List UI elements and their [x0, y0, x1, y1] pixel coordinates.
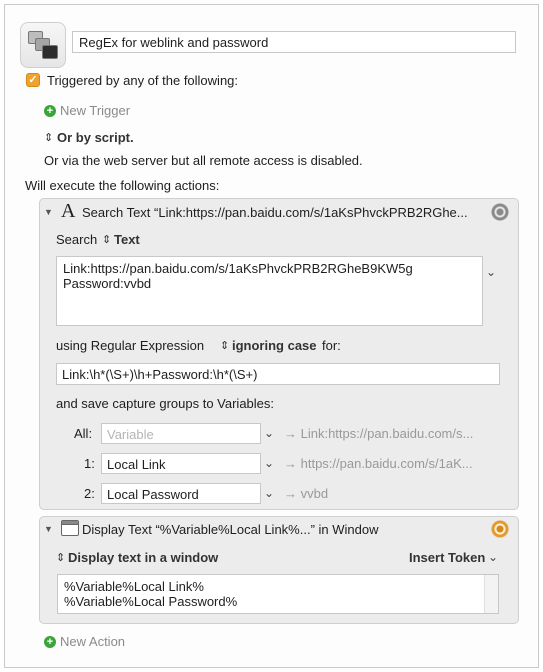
- web-server-note: Or via the web server but all remote acc…: [44, 153, 363, 168]
- updown-icon[interactable]: ⇕: [56, 551, 65, 564]
- insert-token-menu[interactable]: Insert Token: [409, 550, 485, 565]
- row-1-label: 1:: [84, 456, 95, 471]
- updown-icon[interactable]: ⇕: [220, 339, 229, 352]
- row-all-label: All:: [74, 426, 93, 441]
- text-line: Password:vvbd: [63, 276, 152, 291]
- capture-result: → vvbd: [284, 486, 329, 501]
- row-2-label: 2:: [84, 486, 95, 501]
- triggered-checkbox[interactable]: ✓: [26, 73, 40, 87]
- text-line: %Variable%Local Password%: [64, 594, 238, 609]
- regex-field[interactable]: Link:\h*(\S+)\h+Password:\h*(\S+): [56, 363, 500, 385]
- search-source-menu[interactable]: Text: [114, 232, 140, 247]
- triggered-label: Triggered by any of the following:: [47, 73, 239, 88]
- variable-1-field[interactable]: Local Link: [101, 453, 261, 474]
- chevron-down-icon[interactable]: ⌄: [264, 486, 274, 500]
- case-option-menu[interactable]: ignoring case: [232, 338, 317, 353]
- search-action-title: Search Text “Link:https://pan.baidu.com/…: [82, 205, 468, 220]
- chevron-down-icon[interactable]: ⌄: [264, 456, 274, 470]
- font-a-icon: A: [61, 200, 76, 222]
- capture-result: → https://pan.baidu.com/s/1aK...: [284, 456, 473, 471]
- display-mode-menu[interactable]: Display text in a window: [68, 550, 218, 565]
- actions-heading: Will execute the following actions:: [25, 178, 220, 193]
- using-label: using Regular Expression: [56, 338, 205, 353]
- by-script-menu[interactable]: Or by script.: [57, 130, 134, 145]
- for-label: for:: [322, 338, 341, 353]
- macro-icon[interactable]: [20, 22, 66, 68]
- capture-result: → Link:https://pan.baidu.com/s...: [284, 426, 474, 441]
- text-line: Link:https://pan.baidu.com/s/1aKsPhvckPR…: [63, 261, 413, 276]
- disclosure-triangle-icon[interactable]: ▼: [44, 524, 53, 534]
- search-label: Search: [56, 232, 98, 247]
- gear-icon[interactable]: [490, 519, 510, 539]
- chevron-down-icon[interactable]: ⌄: [488, 550, 498, 564]
- updown-icon[interactable]: ⇕: [44, 131, 53, 144]
- updown-icon[interactable]: ⇕: [102, 233, 111, 246]
- variable-all-field[interactable]: Variable: [101, 423, 261, 444]
- search-text-area[interactable]: Link:https://pan.baidu.com/s/1aKsPhvckPR…: [56, 256, 483, 326]
- chevron-down-icon[interactable]: ⌄: [264, 426, 274, 440]
- display-text-area[interactable]: %Variable%Local Link% %Variable%Local Pa…: [57, 574, 499, 614]
- scrollbar[interactable]: [484, 575, 498, 613]
- variable-2-field[interactable]: Local Password: [101, 483, 261, 504]
- gear-icon[interactable]: [490, 202, 510, 222]
- plus-icon[interactable]: +: [44, 636, 56, 648]
- save-groups-label: and save capture groups to Variables:: [56, 396, 275, 411]
- macro-name-field[interactable]: RegEx for weblink and password: [72, 31, 516, 53]
- display-action-title: Display Text “%Variable%Local Link%...” …: [82, 522, 379, 537]
- text-line: %Variable%Local Link%: [64, 579, 204, 594]
- new-action-link[interactable]: New Action: [60, 634, 125, 649]
- new-trigger-link[interactable]: New Trigger: [60, 103, 130, 118]
- window-icon: [61, 520, 79, 536]
- chevron-down-icon[interactable]: ⌄: [486, 265, 496, 279]
- disclosure-triangle-icon[interactable]: ▼: [44, 207, 53, 217]
- plus-icon[interactable]: +: [44, 105, 56, 117]
